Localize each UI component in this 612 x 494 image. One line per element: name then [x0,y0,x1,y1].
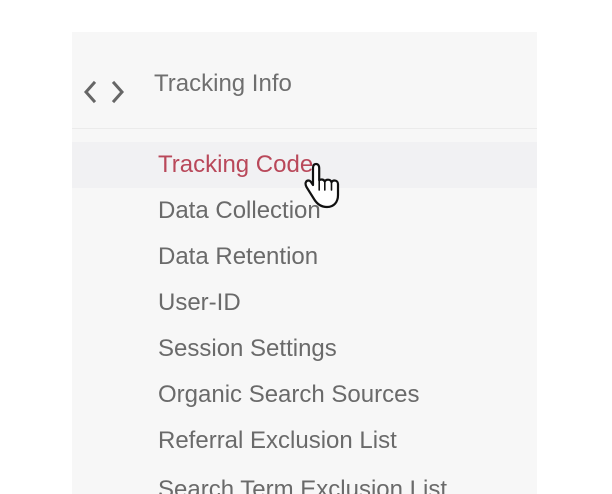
menu-item-session-settings[interactable]: Session Settings [72,326,537,372]
menu-item-organic-search-sources[interactable]: Organic Search Sources [72,372,537,418]
menu-item-label: User-ID [158,289,241,316]
menu-item-data-collection[interactable]: Data Collection [72,188,537,234]
menu-item-tracking-code[interactable]: Tracking Code [72,142,537,188]
code-icon [83,80,125,104]
menu-item-label: Referral Exclusion List [158,427,397,454]
tracking-info-section-header[interactable]: Tracking Info [72,58,537,128]
menu-item-label: Tracking Code [158,151,314,178]
menu-item-label: Session Settings [158,335,337,362]
menu-item-user-id[interactable]: User-ID [72,280,537,326]
menu-item-label: Search Term Exclusion List [158,476,448,494]
menu-item-label: Data Collection [158,197,321,224]
section-divider [72,128,537,129]
section-title: Tracking Info [154,70,292,97]
menu-item-label: Data Retention [158,243,319,270]
tracking-info-menu: Tracking Code Data Collection Data Reten… [72,142,537,494]
menu-item-referral-exclusion-list[interactable]: Referral Exclusion List [72,418,537,464]
menu-item-data-retention[interactable]: Data Retention [72,234,537,280]
menu-item-label: Organic Search Sources [158,381,420,408]
menu-item-search-term-exclusion-list[interactable]: Search Term Exclusion List [72,464,537,494]
